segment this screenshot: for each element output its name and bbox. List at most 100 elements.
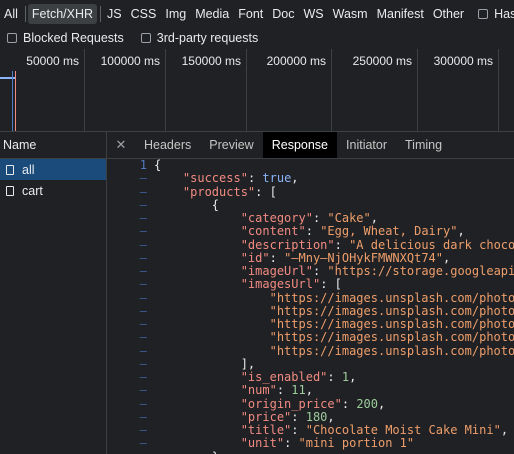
timeline-tick-label: 50000 ms — [26, 54, 79, 68]
request-list: all cart — [0, 159, 106, 201]
network-overview-timeline[interactable]: 50000 ms 100000 ms 150000 ms 200000 ms 25000… — [0, 49, 514, 132]
checkbox-icon[interactable] — [478, 8, 489, 19]
json-token: , — [291, 171, 299, 186]
filter-font[interactable]: Font — [234, 4, 267, 24]
response-line-text: { — [154, 198, 219, 212]
tab-response[interactable]: Response — [262, 132, 338, 158]
response-line: – "is_enabled": 1, — [107, 370, 514, 384]
line-number: – — [139, 197, 147, 212]
line-number: – — [139, 277, 147, 292]
filter-css[interactable]: CSS — [127, 4, 161, 24]
json-token: , — [457, 224, 465, 239]
response-line: – "id": "—Mny—NjOHykFMWNXQt74", — [107, 250, 514, 265]
line-number: – — [139, 356, 147, 371]
json-token: ], — [154, 356, 256, 371]
line-number: – — [139, 423, 147, 437]
load-event-marker — [15, 71, 16, 131]
filter-js[interactable]: JS — [103, 4, 126, 24]
json-token: "success" — [182, 171, 248, 186]
json-token: }, — [154, 450, 226, 454]
line-number: – — [139, 171, 147, 186]
json-token: 11 — [291, 383, 306, 398]
json-token: "Cake" — [327, 211, 371, 225]
line-number: – — [139, 370, 147, 384]
checkbox-icon[interactable] — [140, 33, 151, 43]
document-icon — [6, 164, 14, 175]
line-number: – — [139, 290, 147, 305]
response-line-text: "description": "A delicious dark choco — [154, 237, 514, 252]
json-token: : — [305, 224, 321, 239]
json-token: "—Mny—NjOHykFMWNXQt74" — [284, 250, 444, 265]
json-token: : — [312, 264, 328, 278]
json-token: , — [500, 423, 509, 437]
response-line: – "content": "Egg, Wheat, Dairy", — [107, 224, 514, 238]
tab-preview[interactable]: Preview — [200, 132, 262, 158]
response-line-text: "is_enabled": 1, — [154, 370, 357, 384]
name-column-header[interactable]: Name — [0, 132, 106, 159]
timeline-gridline — [331, 49, 332, 131]
json-token: , — [370, 211, 378, 225]
json-token: , — [327, 409, 335, 424]
tab-headers[interactable]: Headers — [135, 132, 200, 158]
blocked-requests-checkbox[interactable]: Blocked Requests — [7, 31, 124, 45]
line-number: – — [139, 317, 147, 331]
json-token: "imagesUrl" — [240, 277, 321, 292]
json-token: "A delicious dark choco — [349, 237, 514, 252]
response-line-text: "content": "Egg, Wheat, Dairy", — [154, 225, 465, 238]
json-token: , — [443, 250, 451, 265]
request-row-cart[interactable]: cart — [0, 180, 106, 201]
json-token: : — [334, 237, 350, 252]
timeline-tick-label: 300000 ms — [433, 54, 493, 68]
line-number: – — [139, 436, 147, 451]
json-token: "id" — [240, 250, 270, 265]
filter-img[interactable]: Img — [161, 4, 190, 24]
filter-fetch-xhr[interactable]: Fetch/XHR — [27, 3, 98, 24]
has-filter-checkbox[interactable]: Has — [478, 7, 514, 21]
response-line-text: "category": "Cake", — [154, 211, 378, 225]
json-token: : — [327, 370, 342, 384]
json-token: "products" — [182, 184, 256, 199]
json-token: 200 — [356, 396, 378, 411]
json-token: , — [378, 396, 386, 411]
response-line: – "unit": "mini portion 1" — [107, 436, 514, 451]
line-number: – — [107, 450, 147, 454]
filter-media[interactable]: Media — [191, 4, 233, 24]
close-icon[interactable]: ✕ — [107, 137, 135, 153]
request-list-panel: Name all cart — [0, 132, 107, 454]
third-party-requests-checkbox[interactable]: 3rd-party requests — [140, 31, 259, 45]
json-token: : — [247, 171, 263, 186]
request-row-all[interactable]: all — [0, 159, 106, 180]
third-party-requests-label: 3rd-party requests — [156, 31, 259, 45]
json-token: , — [305, 383, 313, 398]
response-line: – "category": "Cake", — [107, 211, 514, 225]
request-name: all — [22, 162, 35, 177]
filter-doc[interactable]: Doc — [268, 4, 298, 24]
filter-other[interactable]: Other — [429, 4, 468, 24]
response-line-text: "success": true, — [154, 172, 299, 185]
line-number: 1 — [139, 159, 147, 172]
line-number: – — [139, 383, 147, 398]
line-number: – — [139, 250, 147, 265]
response-viewer[interactable]: 1{– "success": true, – "products": [– {– … — [107, 159, 514, 454]
response-line: – "https://images.unsplash.com/photo — [107, 290, 514, 305]
json-token: "https://images.unsplash.com/photo — [269, 343, 514, 358]
has-filter-label: Has — [494, 6, 514, 21]
response-line-text: "products": [ — [154, 184, 277, 199]
checkbox-icon[interactable] — [7, 33, 17, 43]
tab-initiator[interactable]: Initiator — [337, 132, 396, 158]
filter-manifest[interactable]: Manifest — [373, 4, 428, 24]
filter-wasm[interactable]: Wasm — [329, 4, 372, 24]
response-line: – ], — [107, 356, 514, 371]
json-token: "title" — [240, 423, 292, 437]
json-token: : — [312, 211, 328, 225]
tab-timing[interactable]: Timing — [396, 132, 451, 158]
json-token: : — [291, 409, 306, 424]
filter-all[interactable]: All — [0, 4, 22, 24]
request-name: cart — [22, 183, 43, 198]
filter-ws[interactable]: WS — [299, 4, 327, 24]
timeline-gridline — [84, 49, 85, 131]
json-token: : — [269, 250, 285, 265]
